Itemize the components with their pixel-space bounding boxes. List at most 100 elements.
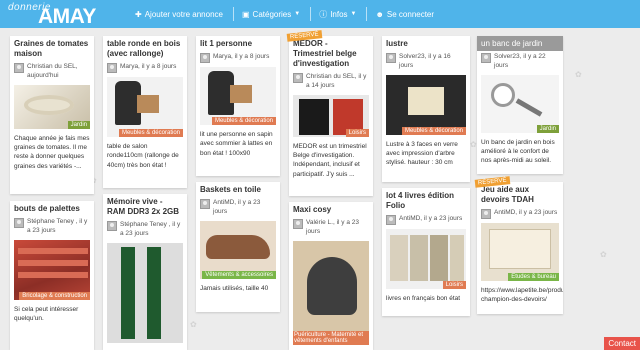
- magnifier-photo: [491, 82, 515, 107]
- listing-card-lustre[interactable]: lustre Solver23, il y a 16 jours Meubles…: [382, 36, 470, 182]
- nav-categories[interactable]: ▣ Catégories ▼: [242, 10, 300, 19]
- listing-author: Valérie L., il y a 23 jours: [306, 219, 359, 235]
- listing-meta: Marya, il y a 8 jours: [196, 51, 280, 65]
- box-photo: [230, 85, 252, 103]
- listing-title[interactable]: MEDOR - Trimestriel belge d'investigatio…: [289, 36, 373, 71]
- category-badge: Loisirs: [442, 281, 466, 289]
- listing-title[interactable]: lustre: [382, 36, 470, 51]
- listing-image[interactable]: Loisirs: [386, 229, 466, 289]
- listing-author: Christian du SEL, il y a 14 jours: [306, 73, 367, 89]
- listing-title[interactable]: Graines de tomates maison: [10, 36, 94, 61]
- listing-card-basket[interactable]: Baskets en toile AntiMD, il y a 23 jours…: [196, 182, 280, 312]
- game-box-photo: [489, 229, 551, 269]
- chevron-down-icon: ▼: [294, 11, 301, 17]
- listing-image[interactable]: Jardin: [481, 74, 559, 133]
- listing-card-devoirs[interactable]: Jeu aide aux devoirs TDAH AntiMD, il y a…: [477, 182, 563, 314]
- listing-meta: Christian du SEL, il y a 14 jours: [289, 71, 373, 93]
- avatar: [200, 199, 210, 209]
- listing-title[interactable]: Maxi cosy: [289, 202, 373, 217]
- avatar: [14, 63, 24, 73]
- wood-plank: [18, 247, 88, 254]
- listing-card-palettes[interactable]: bouts de palettes Stéphane Teney , il y …: [10, 201, 94, 350]
- listing-image[interactable]: Jardin: [14, 84, 90, 129]
- listing-meta: Stéphane Teney , il y a 23 jours: [10, 216, 94, 238]
- avatar: [200, 53, 210, 63]
- listing-title[interactable]: table ronde en bois (avec rallonge): [103, 36, 187, 61]
- avatar: [107, 63, 117, 73]
- category-badge: Jardin: [536, 124, 559, 133]
- listing-author: Stéphane Teney , il y a 23 jours: [27, 218, 88, 234]
- listing-author: AntiMD, il y a 23 jours: [494, 209, 558, 216]
- listing-description: Un banc de jardin en bois amélioré à le …: [481, 138, 555, 165]
- magazine-cover: [299, 98, 329, 135]
- listing-card-memoire[interactable]: Mémoire vive - RAM DDR3 2x 2GB Stéphane …: [103, 194, 187, 350]
- listing-image[interactable]: Meubles & décoration: [107, 77, 183, 137]
- wood-plank: [18, 271, 88, 278]
- listing-image[interactable]: Loisirs: [293, 94, 369, 137]
- folder-icon: ▣: [241, 9, 250, 19]
- listing-meta: Stéphane Teney , il y a 23 jours: [103, 219, 187, 241]
- listing-card-folio[interactable]: lot 4 livres édition Folio AntiMD, il y …: [382, 188, 470, 316]
- background-pattern: ✿: [190, 320, 197, 329]
- listing-card-tomates[interactable]: Graines de tomates maison Christian du S…: [10, 36, 94, 194]
- contact-button[interactable]: Contact: [604, 337, 640, 350]
- listing-card-maxi[interactable]: Maxi cosy Valérie L., il y a 23 jours Pu…: [289, 202, 373, 350]
- category-badge: Vêtements & accessoires: [202, 270, 276, 279]
- listing-title[interactable]: bouts de palettes: [10, 201, 94, 216]
- listing-author: Stéphane Teney , il y a 23 jours: [120, 221, 181, 237]
- category-badge: Meubles & décoration: [118, 129, 183, 137]
- site-logo[interactable]: donnerie AMAY: [8, 3, 96, 28]
- listing-description: Jamais utilisés, taille 40: [200, 284, 269, 292]
- avatar: [107, 221, 117, 231]
- listing-meta: Solver23, il y a 22 jours: [477, 51, 563, 73]
- listing-title[interactable]: Baskets en toile: [196, 182, 280, 197]
- avatar: [386, 215, 396, 225]
- listing-author: AntiMD, il y a 23 jours: [399, 215, 463, 222]
- listing-image[interactable]: [107, 242, 183, 343]
- listing-image[interactable]: Bricolage & construction: [14, 239, 90, 300]
- listing-author: Solver23, il y a 16 jours: [399, 53, 451, 69]
- listing-image[interactable]: Puériculture - Maternité et vêtements d'…: [293, 240, 369, 345]
- listing-title[interactable]: Mémoire vive - RAM DDR3 2x 2GB: [103, 194, 187, 219]
- listing-title[interactable]: lot 4 livres édition Folio: [382, 188, 470, 213]
- listing-card-banc[interactable]: un banc de jardin Solver23, il y a 22 jo…: [477, 36, 563, 174]
- listing-image[interactable]: Meubles & décoration: [386, 74, 466, 135]
- category-badge: Meubles & décoration: [401, 126, 466, 135]
- book-photo: [450, 235, 464, 281]
- nav-add-listing-label: Ajouter votre annonce: [144, 9, 223, 19]
- magnifier-handle: [515, 97, 543, 117]
- ram-stick: [147, 246, 161, 339]
- avatar: [386, 53, 396, 63]
- listing-image[interactable]: Etudes & bureau: [481, 223, 559, 281]
- listing-image[interactable]: Meubles & décoration: [200, 67, 276, 125]
- nav-login[interactable]: ☻ Se connecter: [375, 10, 434, 19]
- seeds-photo: [24, 94, 74, 115]
- listing-title[interactable]: un banc de jardin: [477, 36, 563, 51]
- background-pattern: ✿: [575, 70, 582, 79]
- category-badge: Meubles & décoration: [211, 117, 276, 125]
- pin-icon: ✚: [135, 9, 142, 19]
- ram-stick: [121, 246, 135, 339]
- listing-meta: Valérie L., il y a 23 jours: [289, 217, 373, 239]
- listing-card-medor[interactable]: MEDOR - Trimestriel belge d'investigatio…: [289, 36, 373, 196]
- listing-author: Solver23, il y a 22 jours: [494, 53, 546, 69]
- category-badge: Loisirs: [345, 128, 369, 137]
- nav-infos[interactable]: ⓘ Infos ▼: [319, 9, 356, 20]
- category-badge: Jardin: [67, 120, 90, 129]
- category-badge: Puériculture - Maternité et vêtements d'…: [293, 330, 369, 345]
- listing-card-lit[interactable]: lit 1 personne Marya, il y a 8 jours Meu…: [196, 36, 280, 176]
- listing-meta: AntiMD, il y a 23 jours: [196, 197, 280, 219]
- avatar: [14, 218, 24, 228]
- logo-line2: AMAY: [38, 5, 96, 28]
- nav-add-listing[interactable]: ✚ Ajouter votre annonce: [135, 10, 223, 19]
- top-navbar: donnerie AMAY ✚ Ajouter votre annonce ▣ …: [0, 0, 640, 28]
- book-photo: [430, 235, 448, 281]
- nav-divider: [310, 7, 312, 21]
- nav-infos-label: Infos: [330, 9, 348, 19]
- listing-card-table[interactable]: table ronde en bois (avec rallonge) Mary…: [103, 36, 187, 188]
- listing-description: table de salon ronde110cm (rallonge de 4…: [107, 143, 179, 169]
- wood-plank: [18, 259, 88, 266]
- listing-title[interactable]: lit 1 personne: [196, 36, 280, 51]
- book-photo: [410, 235, 428, 281]
- listing-image[interactable]: Vêtements & accessoires: [200, 220, 276, 279]
